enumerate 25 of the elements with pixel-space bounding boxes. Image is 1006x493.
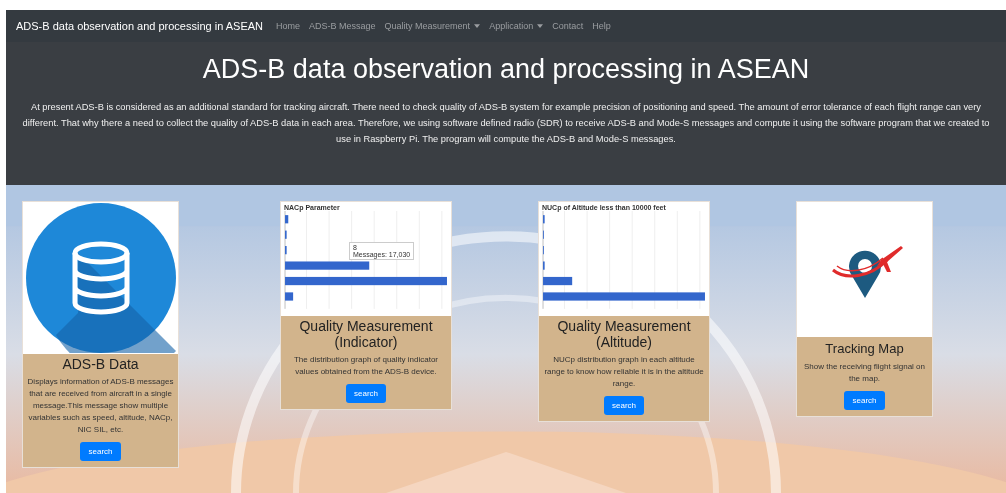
card-text: NUCp distribution graph in each altitude range to know how reliable it is in the altitude range. xyxy=(543,354,705,390)
search-button[interactable]: search xyxy=(80,442,121,461)
search-button[interactable]: search xyxy=(604,396,644,415)
hero-text: At present ADS-B is considered as an additional standard for tracking aircraft. There need to check quality of ADS-B system for example precision of positioning and speed. The amount of error tolerance of each flight range can very different. That why there a need to collect the quality of ADS-B data in each area. Therefore, we using software defined radio (SDR) to receive ADS-B and Mode-S messages and compute it using the software program that we created to use in Raspberry Pi. The program will compute the ADS-B and Mode-S messages. xyxy=(21,101,991,146)
bar xyxy=(285,215,289,224)
database-icon xyxy=(25,203,176,353)
card-text: The distribution graph of quality indicator values obtained from the ADS-B device. xyxy=(292,354,440,378)
card-title: Quality Measurement (Indicator) xyxy=(298,318,434,350)
nav-link[interactable]: Application xyxy=(489,21,534,31)
nav-link[interactable]: Home xyxy=(276,21,301,31)
card-title: Quality Measurement (Altitude) xyxy=(556,318,692,350)
bar xyxy=(285,292,294,301)
card-text: Displays information of ADS-B messages that are received from aircraft in a single message.This message show multiple variables such as speed, altitude, NACp, NIC SIL, etc. xyxy=(27,376,174,436)
hero-title: ADS-B data observation and processing in ASEAN xyxy=(202,54,810,85)
card-title: ADS-B Data xyxy=(62,356,139,372)
card-title: Tracking Map xyxy=(825,341,904,357)
nav-link[interactable]: Help xyxy=(592,21,611,31)
brand-link[interactable]: ADS-B data observation and processing in ASEAN xyxy=(16,20,264,32)
nav-link[interactable]: ADS-B Message xyxy=(309,21,376,31)
search-button[interactable]: search xyxy=(844,391,885,410)
nav-link[interactable]: Contact xyxy=(552,21,584,31)
search-button[interactable]: search xyxy=(346,384,386,403)
card-text: Show the receiving flight signal on the map. xyxy=(803,361,926,385)
nav-link[interactable]: Quality Measurement xyxy=(384,21,471,31)
bar xyxy=(543,276,573,286)
